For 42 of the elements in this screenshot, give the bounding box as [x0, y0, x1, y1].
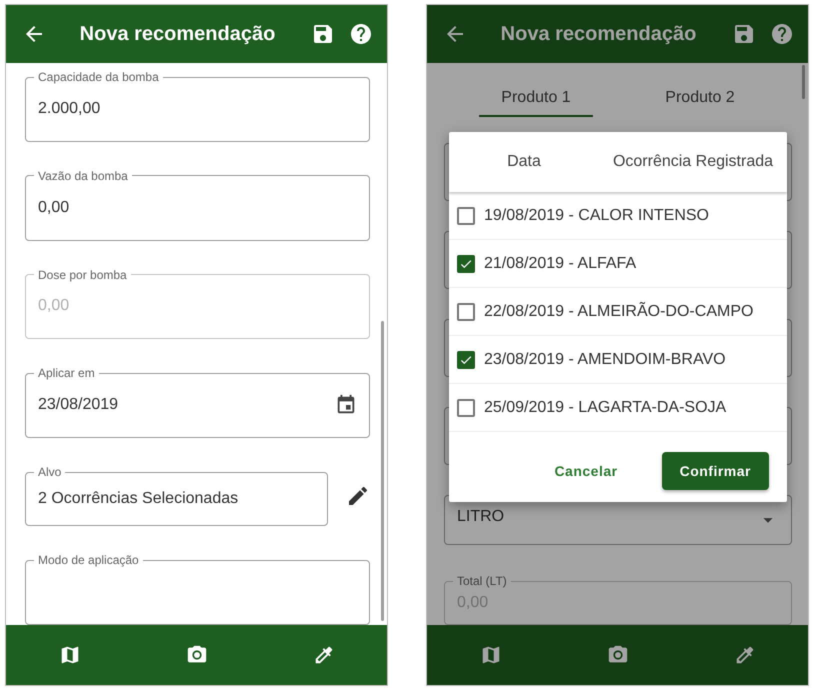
- scrollbar[interactable]: [381, 321, 384, 621]
- field-value: 23/08/2019: [38, 396, 120, 414]
- field-label: Modo de aplicação: [37, 554, 140, 566]
- occurrence-label: 19/08/2019 - CALOR INTENSO: [484, 206, 709, 224]
- confirm-button[interactable]: Confirmar: [662, 452, 769, 490]
- field-value: LITRO: [457, 508, 506, 526]
- tab[interactable]: Produto 2: [643, 81, 757, 117]
- occurrence-label: 21/08/2019 - ALFAFA: [484, 254, 636, 272]
- occurrence-label: 25/09/2019 - LAGARTA-DA-SOJA: [484, 398, 726, 416]
- help-icon[interactable]: [770, 22, 794, 46]
- save-icon[interactable]: [311, 22, 335, 46]
- occurrence-label: 23/08/2019 - AMENDOIM-BRAVO: [484, 350, 726, 368]
- field-label: Dose por bomba: [37, 268, 128, 281]
- save-icon[interactable]: [732, 22, 756, 46]
- help-icon[interactable]: [349, 22, 373, 46]
- field-label: Aplicar em: [37, 367, 96, 380]
- input-field[interactable]: Vazão da bomba 0,00: [25, 170, 370, 241]
- field-label: Alvo: [37, 466, 62, 478]
- input-field[interactable]: Aplicar em 23/08/2019: [25, 367, 370, 438]
- occurrence-label: 22/08/2019 - ALMEIRÃO-DO-CAMPO: [484, 302, 754, 320]
- field-value: 0,00: [38, 297, 70, 316]
- page-title: Nova recomendação: [500, 22, 698, 46]
- checkbox[interactable]: [457, 398, 475, 416]
- field-value: 2 Ocorrências Selecionadas: [38, 490, 240, 508]
- field-value: 0,00: [38, 198, 70, 217]
- input-field[interactable]: Capacidade da bomba 2.000,00: [25, 71, 370, 142]
- checkbox[interactable]: [457, 350, 475, 368]
- checkbox[interactable]: [457, 206, 475, 224]
- checkbox[interactable]: [457, 302, 475, 320]
- field-value: 2.000,00: [38, 100, 102, 118]
- checkbox[interactable]: [457, 254, 475, 272]
- tab[interactable]: Produto 1: [479, 81, 593, 117]
- field-label: Vazão da bomba: [37, 170, 129, 182]
- field-label: Capacidade da bomba: [37, 71, 160, 83]
- cancel-button[interactable]: Cancelar: [536, 452, 636, 490]
- column-header: Data: [506, 153, 542, 171]
- scrollbar[interactable]: [802, 65, 805, 99]
- page-title: Nova recomendação: [78, 22, 276, 46]
- field-label: Total (LT): [456, 575, 508, 587]
- input-field[interactable]: Alvo 2 Ocorrências Selecionadas: [25, 466, 328, 526]
- column-header: Ocorrência Registrada: [612, 153, 774, 171]
- calendar-icon[interactable]: [335, 394, 357, 416]
